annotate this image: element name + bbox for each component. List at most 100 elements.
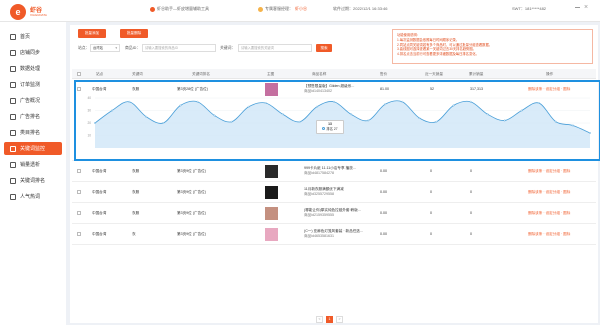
header-price: 售价 — [380, 72, 388, 76]
sidebar-item[interactable]: 广告概况 — [4, 94, 62, 107]
table-row[interactable]: 中国台湾 衣服 第3页9位 (广告位) 999卡片纸 11.11小店专享 播放... 商… — [72, 161, 596, 182]
row-actions[interactable]: 删除该条 · 设定分组 · 图标 — [528, 190, 570, 195]
day-sales-cell: 0 — [430, 232, 432, 236]
sidebar-item-label: 关键词排名 — [20, 178, 46, 184]
close-icon[interactable]: × — [584, 4, 588, 11]
keyword-label: 关键词： — [220, 46, 236, 50]
chevron-down-icon: ▾ — [115, 46, 117, 50]
app-logo: e — [10, 4, 26, 20]
topbar-tool: 虾谷助手—虾皮增量辅助工具 — [150, 6, 209, 12]
header-day-sales: 近一天销量 — [425, 72, 443, 76]
rank-cell: 第3页9位 (广告位) — [177, 211, 206, 215]
rank-cell: 第3页9位 (广告位) — [177, 169, 206, 173]
header-product-name: 商品名称 — [312, 72, 327, 76]
sidebar-item[interactable]: 数据处理 — [4, 62, 62, 75]
header-keyword: 关键词 — [132, 72, 143, 76]
account-label: SWT：181*****482 — [512, 6, 547, 11]
site-cell: 中国台湾 — [92, 190, 107, 194]
site-select[interactable]: 台湾站 ▾ — [90, 44, 120, 52]
sidebar-item[interactable]: 人气热词 — [4, 190, 62, 203]
topbar-account[interactable]: SWT：181*****482 — [512, 6, 546, 12]
tips-line: 4.排名点击当前行可查看更多详细数据及每日排名变化。 — [397, 52, 479, 57]
ad-icon — [10, 97, 16, 104]
header-rank: 关键词排名 — [192, 72, 210, 76]
day-sales-cell: 0 — [430, 190, 432, 194]
product-id-cell: 商品id4817584278 — [304, 171, 334, 175]
sidebar-item-label: 订单监测 — [20, 82, 41, 88]
row-checkbox[interactable] — [77, 211, 81, 215]
sidebar-item-label: 广告概况 — [20, 98, 41, 104]
row-checkbox[interactable] — [77, 190, 81, 194]
sidebar-item[interactable]: 首页 — [4, 30, 62, 43]
search-button[interactable]: 搜索 — [316, 44, 332, 52]
day-sales-cell: 0 — [430, 211, 432, 215]
table-row[interactable]: 中国台湾衣第3页9位 (广告位) (C一) 亚麻色灯笼风套装 · 新品任选... 商… — [72, 224, 596, 245]
row-checkbox[interactable] — [77, 232, 81, 236]
table-row[interactable]: 中国台湾 衣服 第3页9位 (广告位) (哪能让你)厚实纯色拉链外套 韩版... 商品i… — [72, 203, 596, 224]
sidebar-item-label: 关键词监控 — [20, 146, 46, 152]
site-cell: 中国台湾 — [92, 169, 107, 173]
row-actions[interactable]: 删除该条 · 设定分组 · 图标 — [528, 232, 570, 237]
keyword-rank-icon — [10, 177, 16, 184]
price-cell: 0.00 — [380, 190, 387, 194]
sidebar-item[interactable]: 类目排名 — [4, 126, 62, 139]
sales-icon — [10, 161, 16, 168]
row-checkbox[interactable] — [77, 169, 81, 173]
topbar-service[interactable]: 专属客服经理： 虾小谷 — [258, 6, 307, 12]
sidebar-item-label: 店铺同步 — [20, 50, 41, 56]
top-bar: e 虾谷 XIAGUDATA 虾谷助手—虾皮增量辅助工具 专属客服经理： 虾小谷… — [0, 0, 600, 22]
header-total-sales: 累计销量 — [469, 72, 484, 76]
category-icon — [10, 129, 16, 136]
sidebar-item[interactable]: 关键词排名 — [4, 174, 62, 187]
sidebar-item[interactable]: 广告排名 — [4, 110, 62, 123]
next-page-button[interactable]: > — [336, 316, 343, 323]
product-id-cell: 商品id4653581631 — [304, 234, 334, 238]
product-thumbnail — [265, 207, 278, 220]
batch-delete-button[interactable]: 批量删除 — [120, 29, 148, 38]
service-name: 虾小谷 — [295, 6, 307, 11]
price-cell: 0.00 — [380, 169, 387, 173]
sidebar-item-label: 广告排名 — [20, 114, 41, 120]
select-all-checkbox[interactable] — [77, 72, 81, 76]
service-icon — [258, 6, 263, 12]
product-thumbnail — [265, 165, 278, 178]
sidebar-item-label: 首页 — [20, 34, 31, 40]
sidebar-item[interactable]: 订单监测 — [4, 78, 62, 91]
keyword-icon — [10, 145, 16, 152]
keyword-cell: 衣服 — [132, 190, 140, 194]
product-id-cell: 商品id3255729558 — [304, 192, 334, 196]
sidebar-item[interactable]: 销量透析 — [4, 158, 62, 171]
total-sales-cell: 0 — [470, 169, 472, 173]
product-thumbnail — [265, 186, 278, 199]
sidebar-item[interactable]: 关键词监控 — [4, 142, 62, 155]
rank-cell: 第3页9位 (广告位) — [177, 232, 206, 236]
row-actions[interactable]: 删除该条 · 设定分组 · 图标 — [528, 169, 570, 174]
price-cell: 0.00 — [380, 211, 387, 215]
home-icon — [10, 33, 16, 40]
product-id-input[interactable]: 请输入要搜索的商品ID — [142, 44, 216, 52]
keyword-cell: 衣服 — [132, 211, 140, 215]
price-cell: 0.00 — [380, 232, 387, 236]
batch-add-button[interactable]: 批量添加 — [78, 29, 106, 38]
order-icon — [10, 81, 16, 88]
header-actions: 操作 — [546, 72, 554, 76]
table-row[interactable]: 中国台湾 衣服 第3页9位 (广告位) 11月新衣服满额优下满减 商品id3255729… — [72, 182, 596, 203]
total-sales-cell: 0 — [470, 232, 472, 236]
header-site: 站点 — [96, 72, 104, 76]
minimize-icon[interactable] — [575, 7, 580, 8]
day-sales-cell: 0 — [430, 169, 432, 173]
keyword-input[interactable]: 请输入要搜索的关键词 — [238, 44, 312, 52]
site-cell: 中国台湾 — [92, 211, 107, 215]
hot-icon — [10, 193, 16, 200]
page-button[interactable]: 1 — [326, 316, 333, 323]
prev-page-button[interactable]: < — [316, 316, 323, 323]
topbar-tool-label: 虾谷助手—虾皮增量辅助工具 — [157, 6, 209, 11]
row-actions[interactable]: 删除该条 · 设定分组 · 图标 — [528, 211, 570, 216]
total-sales-cell: 0 — [470, 190, 472, 194]
expanded-row-highlight — [74, 80, 600, 161]
keyword-cell: 衣服 — [132, 169, 140, 173]
sidebar-item[interactable]: 店铺同步 — [4, 46, 62, 59]
sidebar-item-label: 人气热词 — [20, 194, 41, 200]
main-panel: 批量添加 批量删除 站点： 台湾站 ▾ 商品ID： 请输入要搜索的商品ID 关键… — [70, 25, 598, 323]
usage-tips: 功能使用说明： 1.每次监测数据会依照每日时间顺序记录。 2.同站点同关键词若有… — [392, 29, 593, 64]
